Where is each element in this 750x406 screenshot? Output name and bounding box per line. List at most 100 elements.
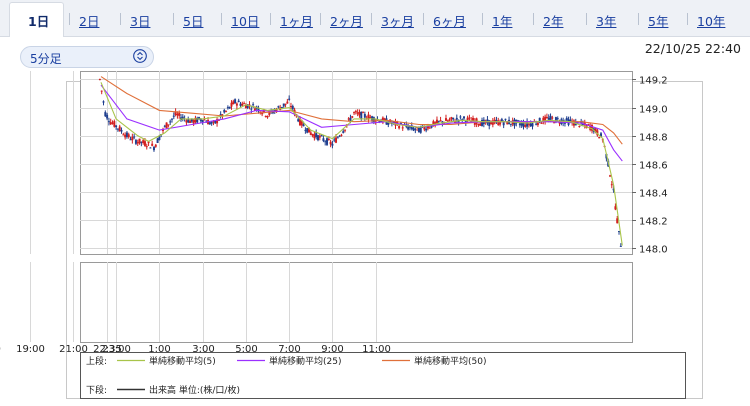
candle-body xyxy=(297,119,300,122)
candle-body xyxy=(118,126,121,132)
candle-body xyxy=(387,122,390,125)
candle-body xyxy=(250,108,253,110)
y-tick-label: 148.8 xyxy=(639,133,668,144)
candle-body xyxy=(414,129,417,131)
y-tick-label: 148.6 xyxy=(639,161,668,172)
candle-body xyxy=(609,175,612,177)
candle-body xyxy=(187,118,190,123)
candle-body xyxy=(289,106,292,108)
candle-body xyxy=(151,143,154,146)
candle-body xyxy=(565,117,568,121)
candle-body xyxy=(448,119,451,121)
legend-label-ma25: 単純移動平均(25) xyxy=(269,355,341,367)
candle-body xyxy=(140,141,143,143)
candle-body xyxy=(369,117,372,119)
candle-body xyxy=(344,129,347,131)
candle-body xyxy=(556,118,559,120)
candle-body xyxy=(407,126,410,130)
candle-body xyxy=(243,103,246,105)
candle-body xyxy=(302,124,305,127)
candle-body xyxy=(419,127,422,133)
candle-body xyxy=(477,123,480,126)
candle-body xyxy=(226,107,229,109)
candle-body xyxy=(230,102,233,107)
candle-body xyxy=(324,141,327,143)
candle-body xyxy=(129,139,132,141)
candle-body xyxy=(342,131,345,133)
price-panel-frame xyxy=(80,71,633,255)
candle-body xyxy=(616,218,619,224)
candle-body xyxy=(138,138,141,144)
candle-body xyxy=(315,132,318,138)
candle-body xyxy=(569,119,572,122)
legend-label-ma5: 単純移動平均(5) xyxy=(149,355,216,367)
candle-body xyxy=(504,118,507,120)
candle-body xyxy=(131,136,134,141)
candle-body xyxy=(158,136,161,141)
candle-body xyxy=(113,121,116,127)
candle-body xyxy=(109,122,112,125)
candle-body xyxy=(172,115,175,117)
candle-body xyxy=(210,121,213,124)
candle-body xyxy=(241,103,244,106)
candle-body xyxy=(363,114,366,118)
candle-body xyxy=(610,184,613,186)
candle-body xyxy=(124,134,127,138)
candle-body xyxy=(488,120,491,127)
candle-body xyxy=(208,122,211,125)
candle-body xyxy=(163,125,166,127)
candle-body xyxy=(423,127,426,130)
candle-body xyxy=(322,138,325,141)
candle-body xyxy=(122,134,125,136)
candle-body xyxy=(466,117,469,121)
candle-body xyxy=(149,147,152,149)
x-tick-label: 19:00 xyxy=(16,344,45,355)
candle-body xyxy=(282,103,285,107)
candle-body xyxy=(329,141,332,145)
candle-body xyxy=(459,116,462,118)
candle-body xyxy=(509,123,512,125)
candle-body xyxy=(100,90,103,92)
candle-body xyxy=(351,116,354,118)
candle-body xyxy=(234,99,237,104)
candle-body xyxy=(176,113,179,116)
candle-body xyxy=(143,141,146,146)
candle-body xyxy=(446,120,449,122)
candle-body xyxy=(264,115,267,117)
candle-body xyxy=(280,106,283,108)
candle-body xyxy=(452,117,455,120)
y-tick-label: 148.2 xyxy=(639,217,668,228)
candle-body xyxy=(228,106,231,109)
candle-body xyxy=(468,117,471,119)
candle-body xyxy=(354,111,357,113)
y-tick-label: 149.0 xyxy=(639,105,668,116)
candle-body xyxy=(463,116,466,119)
candle-body xyxy=(439,120,442,122)
candle-body xyxy=(531,123,534,127)
candle-body xyxy=(165,122,168,129)
candle-body xyxy=(549,115,552,121)
candle-body xyxy=(353,112,356,114)
candle-body xyxy=(340,134,343,136)
candle-body xyxy=(435,119,438,124)
candle-body xyxy=(225,110,228,112)
candle-body xyxy=(104,112,107,117)
candle-body xyxy=(371,116,374,121)
candle-body xyxy=(412,127,415,131)
y-tick-label: 149.2 xyxy=(639,76,668,87)
candle-body xyxy=(437,120,440,122)
candle-body xyxy=(536,122,539,126)
legend-label-volume: 出来高 単位:(株/口/枚) xyxy=(149,384,240,396)
y-tick-label: 148.0 xyxy=(639,245,668,256)
candle-body xyxy=(98,79,101,81)
candle-body xyxy=(239,103,242,106)
candle-body xyxy=(356,112,359,114)
candle-body xyxy=(134,140,137,144)
candle-body xyxy=(540,122,543,124)
candle-body xyxy=(398,126,401,129)
price-chart: 149.2149.0148.8148.6148.4148.2148.023:00… xyxy=(0,71,703,399)
candle-body xyxy=(304,129,307,131)
candle-body xyxy=(326,138,329,145)
candle-body xyxy=(444,118,447,121)
candle-body xyxy=(327,138,330,141)
